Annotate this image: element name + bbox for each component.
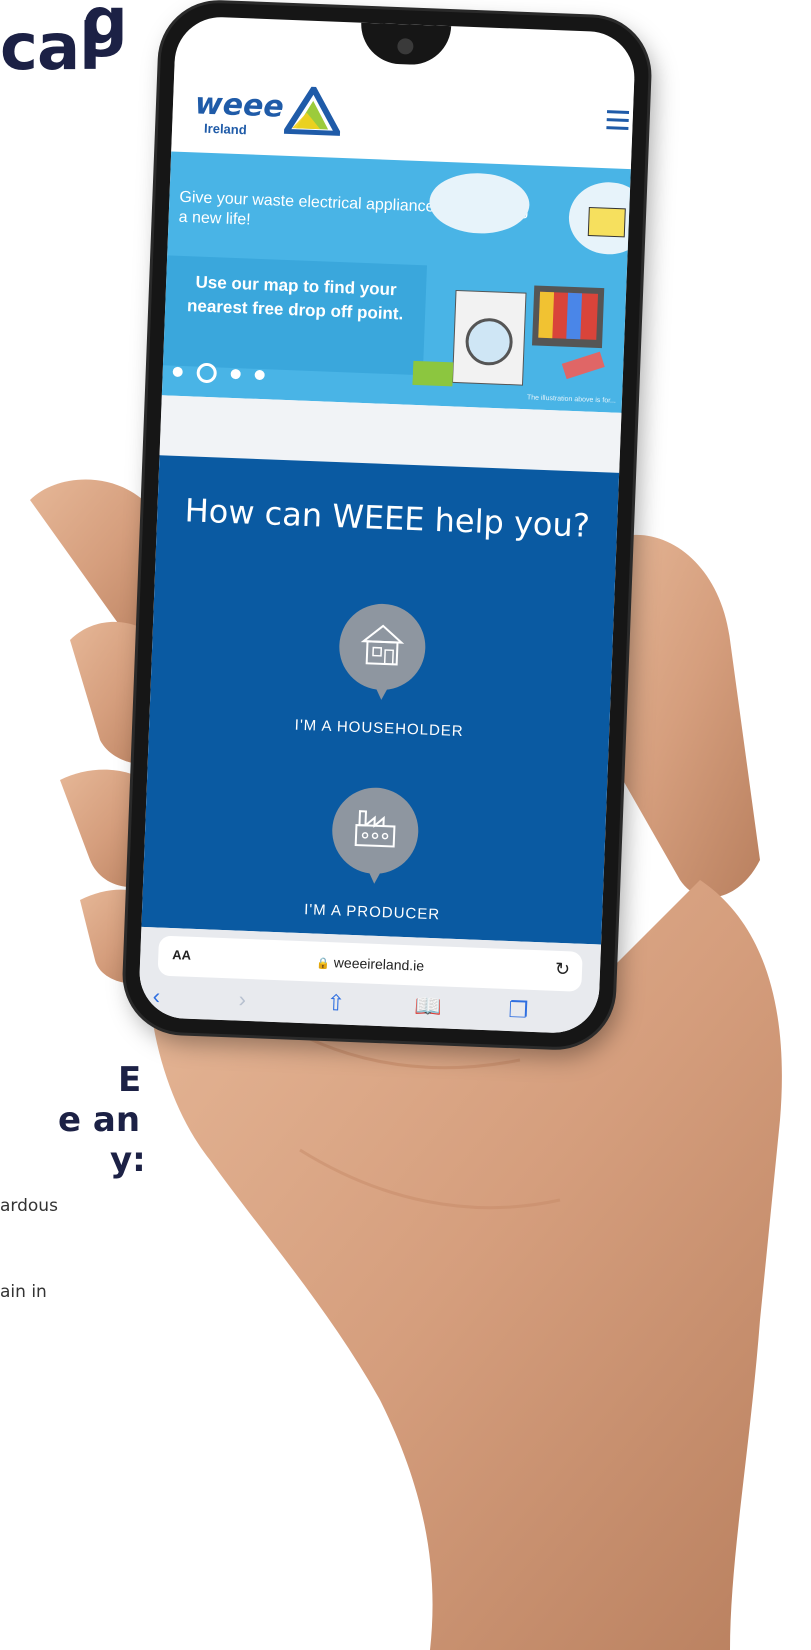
householder-option[interactable]: I'M A HOUSEHOLDER xyxy=(149,595,614,746)
find-drop-off-cta[interactable]: Use our map to find your nearest free dr… xyxy=(162,255,427,376)
carousel-dots xyxy=(172,362,279,386)
carousel-dot[interactable] xyxy=(254,369,265,381)
hamburger-icon[interactable] xyxy=(606,110,630,131)
address-bar[interactable]: AA 🔒 weeeireland.ie ↻ xyxy=(157,935,583,992)
carousel-dot[interactable] xyxy=(230,368,241,380)
appliances-illustration xyxy=(412,173,631,387)
lock-icon: 🔒 xyxy=(315,957,331,971)
carousel-dot-active[interactable] xyxy=(196,362,218,384)
url-display[interactable]: 🔒 weeeireland.ie xyxy=(158,948,582,980)
house-icon xyxy=(337,602,427,692)
browser-toolbar: ‹ › ⇧ 📖 ❐ xyxy=(138,983,599,1031)
carousel-dot[interactable] xyxy=(172,366,183,378)
producer-option[interactable]: I'M A PRODUCER xyxy=(142,779,607,930)
phone: weee Ireland Give your waste electrical … xyxy=(123,1,651,1049)
householder-label: I'M A HOUSEHOLDER xyxy=(294,716,464,741)
bookmarks-icon[interactable]: 📖 xyxy=(414,993,442,1020)
tabs-icon[interactable]: ❐ xyxy=(508,997,529,1024)
site-header: weee Ireland xyxy=(171,61,635,170)
help-title: How can WEEE help you? xyxy=(184,491,591,545)
share-icon[interactable]: ⇧ xyxy=(326,990,345,1017)
producer-label: I'M A PRODUCER xyxy=(303,901,441,924)
forward-icon[interactable]: › xyxy=(238,987,246,1013)
logo-triangle-icon xyxy=(283,85,342,136)
menu-line xyxy=(606,110,630,114)
weee-ireland-logo[interactable]: weee Ireland xyxy=(194,80,346,146)
menu-line xyxy=(606,126,629,130)
hero-carousel[interactable]: Give your waste electrical appliances an… xyxy=(161,151,631,413)
logo-word: weee xyxy=(194,86,285,125)
help-section: How can WEEE help you? I'M A HOUSEHOLDER xyxy=(141,455,620,945)
url-text: weeeireland.ie xyxy=(333,954,425,974)
logo-sub: Ireland xyxy=(203,120,247,138)
browser-chrome: AA 🔒 weeeireland.ie ↻ ‹ › ⇧ 📖 ❐ xyxy=(137,926,602,1035)
menu-line xyxy=(606,118,629,122)
phone-screen: weee Ireland Give your waste electrical … xyxy=(137,15,637,1035)
cta-text: Use our map to find your nearest free dr… xyxy=(186,272,404,324)
factory-icon xyxy=(330,786,420,876)
back-icon[interactable]: ‹ xyxy=(152,983,160,1009)
reload-icon[interactable]: ↻ xyxy=(555,959,571,981)
